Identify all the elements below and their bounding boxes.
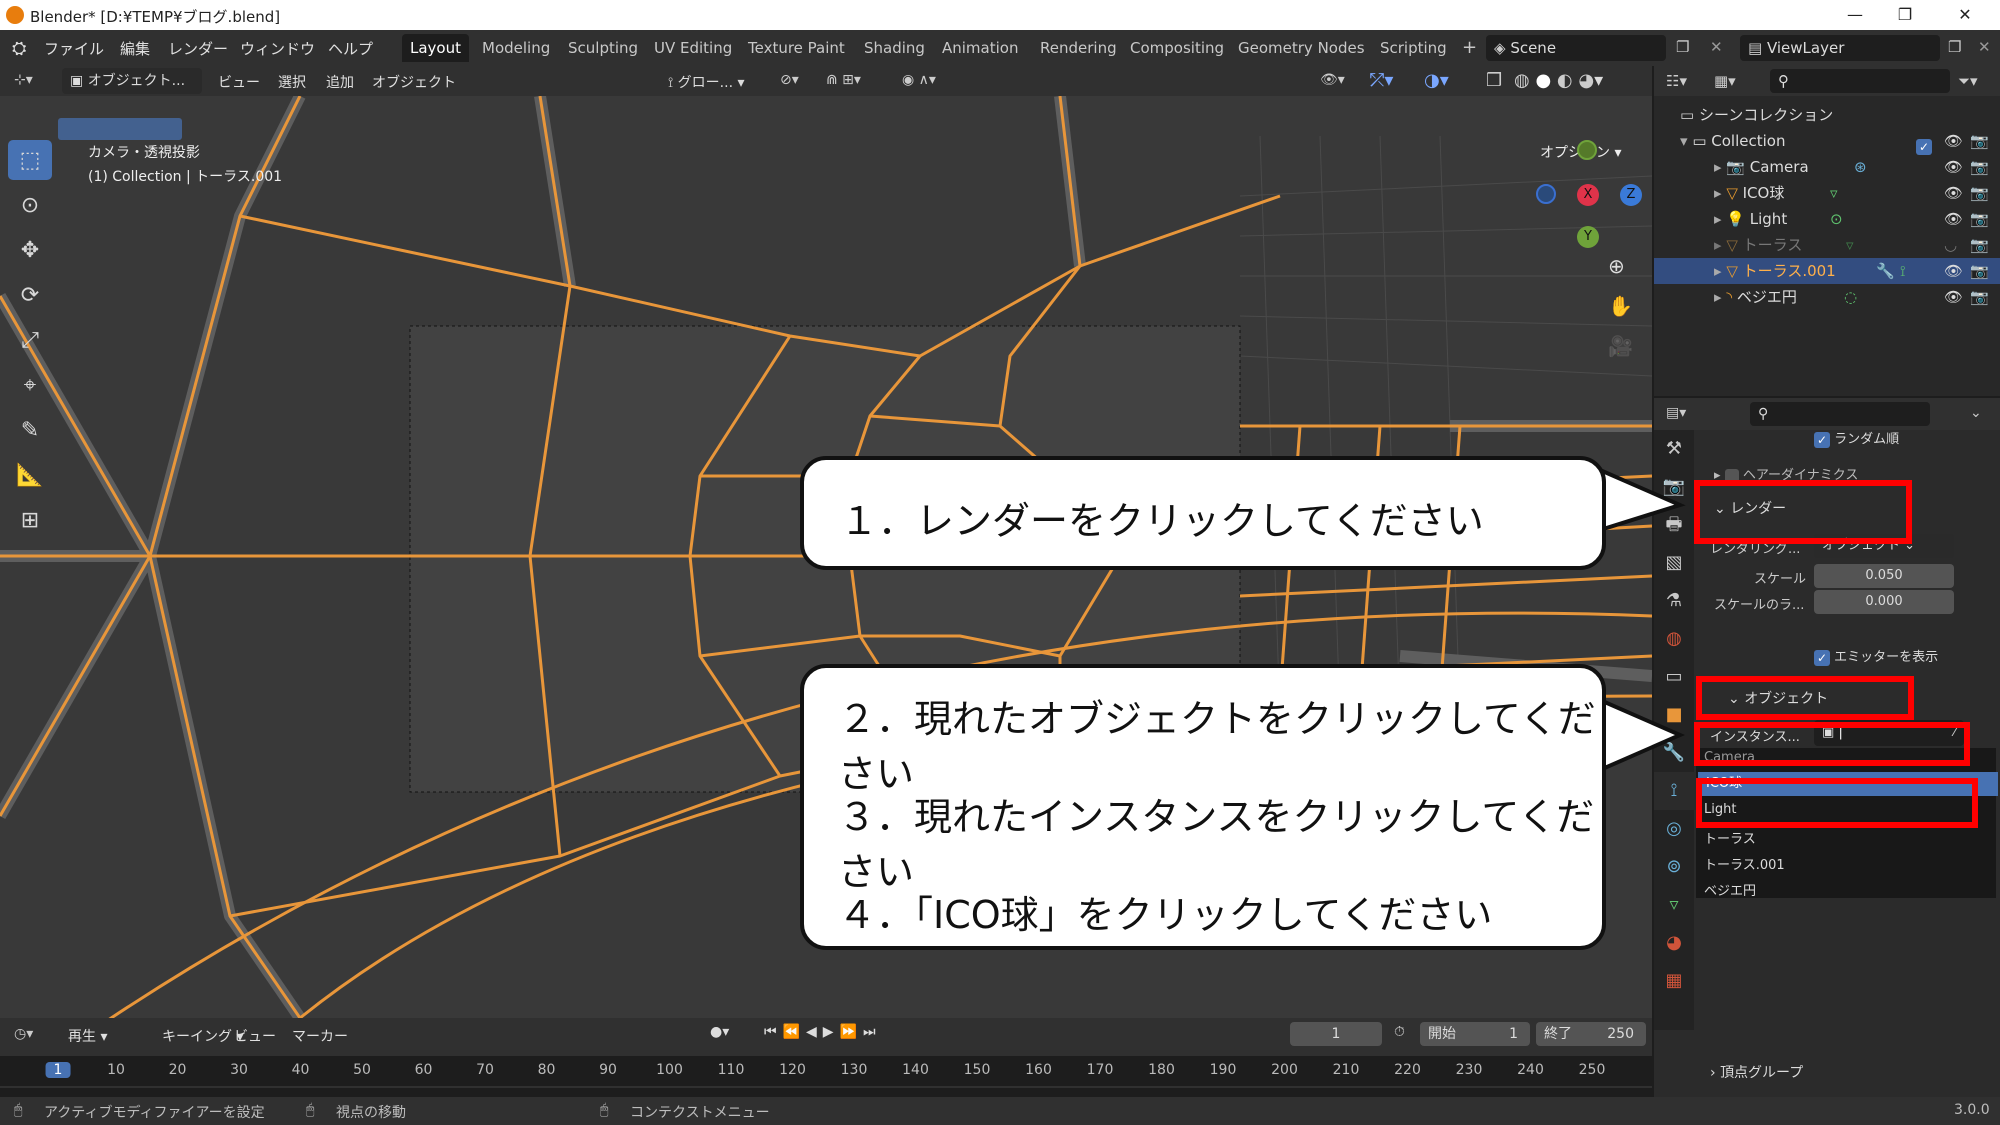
step2-text: ２．現れたオブジェクトをクリックしてください: [838, 697, 1596, 796]
callout-step1: １．レンダーをクリックしてください: [800, 456, 1606, 570]
step1-text: １．レンダーをクリックしてください: [840, 499, 1484, 543]
step4-text: ４．「ICO球」をクリックしてください: [838, 893, 1493, 937]
callout-steps-2-4: ２．現れたオブジェクトをクリックしてください ３．現れたインスタンスをクリックし…: [800, 664, 1606, 950]
step3-text: ３．現れたインスタンスをクリックしてください: [838, 795, 1595, 894]
